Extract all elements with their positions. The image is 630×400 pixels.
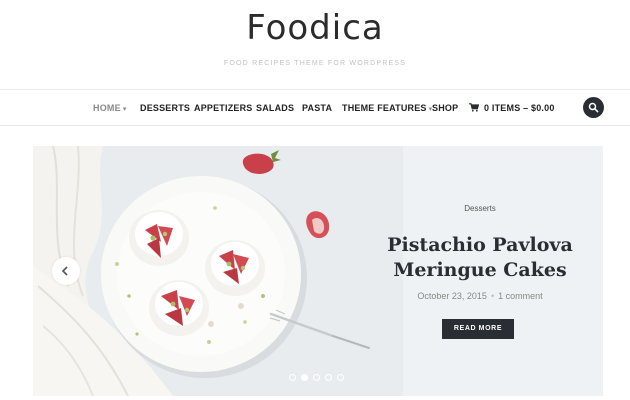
- nav-item-label: THEME FEATURES: [342, 103, 427, 113]
- slide-title[interactable]: Pistachio Pavlova Meringue Cakes: [380, 233, 580, 283]
- cart-icon: [469, 103, 479, 112]
- search-button[interactable]: [583, 97, 604, 118]
- slide-category-link[interactable]: Desserts: [400, 204, 560, 213]
- nav-item-desserts[interactable]: DESSERTS: [140, 90, 190, 126]
- chevron-left-icon: [61, 266, 68, 276]
- nav-item-pasta[interactable]: PASTA: [302, 90, 332, 126]
- search-icon: [588, 102, 599, 113]
- slider-dot[interactable]: [301, 374, 308, 381]
- meta-separator: •: [490, 291, 495, 301]
- cart-label: 0 ITEMS – $0.00: [484, 103, 555, 113]
- slide-title-line: Meringue Cakes: [393, 259, 567, 281]
- site-header: Foodica FOOD RECIPES THEME FOR WORDPRESS: [0, 0, 630, 90]
- slide-comments-link[interactable]: 1 comment: [498, 291, 543, 301]
- slide-date: October 23, 2015: [417, 291, 487, 301]
- nav-item-shop[interactable]: SHOP: [432, 90, 458, 126]
- site-logo[interactable]: Foodica: [0, 8, 630, 48]
- slide-title-line: Pistachio Pavlova: [387, 234, 573, 256]
- nav-item-appetizers[interactable]: APPETIZERS: [194, 90, 253, 126]
- nav-item-home[interactable]: HOME ▾: [93, 90, 127, 126]
- slide-image[interactable]: [33, 146, 403, 396]
- nav-item-label: HOME: [93, 103, 121, 113]
- site-tagline: FOOD RECIPES THEME FOR WORDPRESS: [223, 60, 407, 67]
- read-more-button[interactable]: READ MORE: [442, 319, 514, 339]
- slide-meta: October 23, 2015 • 1 comment: [380, 291, 580, 301]
- slider-dot[interactable]: [289, 374, 296, 381]
- slider-dot[interactable]: [325, 374, 332, 381]
- slider-dot[interactable]: [313, 374, 320, 381]
- nav-item-salads[interactable]: SALADS: [256, 90, 294, 126]
- nav-cart[interactable]: 0 ITEMS – $0.00: [469, 90, 555, 126]
- main-navigation: HOME ▾ DESSERTS APPETIZERS SALADS PASTA T…: [0, 89, 630, 126]
- chevron-down-icon: ▾: [122, 106, 127, 113]
- slider-prev-button[interactable]: [52, 257, 80, 285]
- nav-item-theme-features[interactable]: THEME FEATURES ▾: [342, 90, 432, 126]
- slider-dot[interactable]: [337, 374, 344, 381]
